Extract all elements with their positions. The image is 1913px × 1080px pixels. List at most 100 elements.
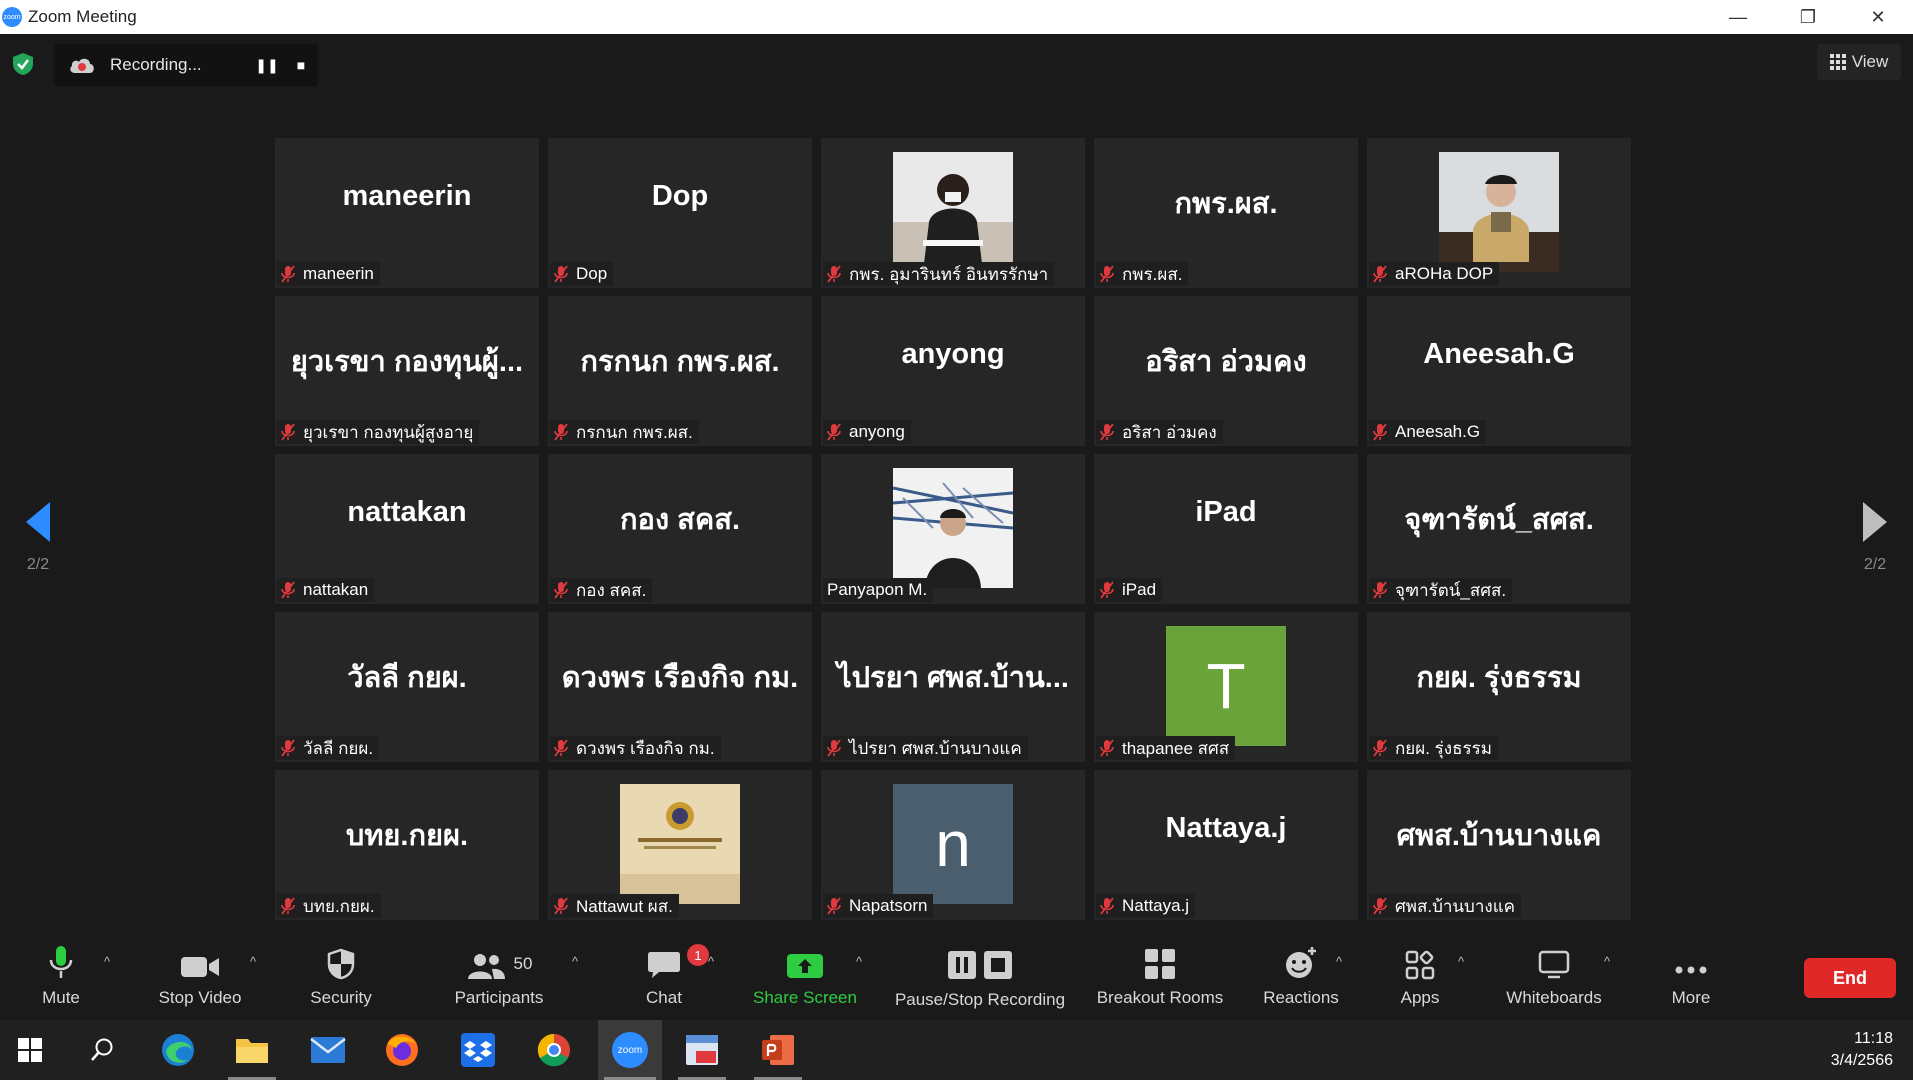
participant-label-text: Dop — [576, 264, 608, 283]
participant-name-label: กอง สคส. — [550, 578, 653, 602]
chat-button[interactable]: 1 Chat — [628, 932, 709, 1020]
participant-name-label: ศพส.บ้านบางแค — [1369, 894, 1522, 918]
muted-microphone-icon — [1373, 739, 1387, 757]
participant-tile[interactable]: maneerin maneerin — [275, 138, 539, 288]
start-button[interactable] — [0, 1020, 60, 1080]
participant-name-label: Dop — [550, 262, 614, 286]
taskbar-firefox[interactable] — [372, 1020, 432, 1080]
page-indicator-left: 2/2 — [26, 556, 50, 573]
participant-display-name: วัลลี กยผ. — [347, 662, 467, 694]
participant-tile[interactable]: n Napatsorn — [821, 770, 1085, 920]
recording-indicator: Recording... ❚❚ ■ — [54, 44, 318, 86]
share-screen-button[interactable]: Share Screen — [748, 932, 862, 1020]
participant-tile[interactable]: กพร. อุมารินทร์ อินทรรักษา — [821, 138, 1085, 288]
video-options-caret[interactable]: ^ — [250, 954, 256, 969]
participants-button[interactable]: 50 Participants — [448, 932, 550, 1020]
participant-tile[interactable]: ศพส.บ้านบางแค ศพส.บ้านบางแค — [1367, 770, 1631, 920]
participant-tile[interactable]: ดวงพร เรืองกิจ กม. ดวงพร เรืองกิจ กม. — [548, 612, 812, 762]
participant-tile[interactable]: aROHa DOP — [1367, 138, 1631, 288]
taskbar-dropbox[interactable] — [448, 1020, 508, 1080]
taskbar-zoom[interactable]: zoom — [598, 1020, 662, 1080]
stop-video-button[interactable]: Stop Video — [152, 932, 248, 1020]
participant-tile[interactable]: Aneesah.G Aneesah.G — [1367, 296, 1631, 446]
apps-options-caret[interactable]: ^ — [1458, 954, 1464, 969]
participant-tile[interactable]: Dop Dop — [548, 138, 812, 288]
system-clock[interactable]: 11:18 3/4/2566 — [1831, 1028, 1893, 1072]
participant-name-label: Nattawut ผส. — [550, 894, 679, 918]
participant-label-text: กยผ. รุ่งธรรม — [1395, 738, 1492, 758]
participant-display-name: Nattaya.j — [1165, 812, 1287, 844]
chat-bubble-icon — [648, 952, 680, 978]
pause-stop-recording-button[interactable]: Pause/Stop Recording — [886, 932, 1074, 1020]
participant-name-label: maneerin — [277, 262, 380, 286]
participant-tile[interactable]: บทย.กยผ. บทย.กยผ. — [275, 770, 539, 920]
clock-time: 11:18 — [1854, 1030, 1893, 1047]
taskbar-edge[interactable] — [148, 1020, 208, 1080]
encryption-shield-icon[interactable] — [12, 52, 34, 76]
breakout-rooms-button[interactable]: Breakout Rooms — [1090, 932, 1230, 1020]
zoom-app-icon: zoom — [612, 1032, 648, 1068]
reactions-options-caret[interactable]: ^ — [1336, 954, 1342, 969]
more-button[interactable]: More — [1660, 932, 1722, 1020]
participant-tile[interactable]: iPad iPad — [1094, 454, 1358, 604]
breakout-rooms-label: Breakout Rooms — [1096, 988, 1224, 1007]
taskbar-powerpoint[interactable] — [748, 1020, 808, 1080]
taskbar-file-explorer[interactable] — [222, 1020, 282, 1080]
participant-label-text: วัลลี กยผ. — [303, 738, 374, 758]
pause-recording-button[interactable]: ❚❚ — [250, 48, 284, 82]
end-meeting-button[interactable]: End — [1804, 958, 1896, 998]
search-button[interactable] — [72, 1020, 132, 1080]
participant-tile[interactable]: anyong anyong — [821, 296, 1085, 446]
muted-microphone-icon — [1373, 897, 1387, 915]
muted-microphone-icon — [1373, 265, 1387, 283]
whiteboards-label: Whiteboards — [1506, 988, 1602, 1007]
taskbar-mail[interactable] — [298, 1020, 358, 1080]
security-button[interactable]: Security — [306, 932, 376, 1020]
participants-options-caret[interactable]: ^ — [572, 954, 578, 969]
participant-label-text: aROHa DOP — [1395, 264, 1494, 283]
view-button[interactable]: View — [1817, 44, 1901, 80]
participant-tile[interactable]: จุฑารัตน์_สศส. จุฑารัตน์_สศส. — [1367, 454, 1631, 604]
share-options-caret[interactable]: ^ — [856, 954, 862, 969]
participant-tile[interactable]: กรกนก กพร.ผส. กรกนก กพร.ผส. — [548, 296, 812, 446]
participant-tile[interactable]: Panyapon M. — [821, 454, 1085, 604]
zoom-logo-icon: zoom — [2, 7, 22, 27]
participant-name-label: กพร.ผส. — [1096, 262, 1189, 286]
participant-tile[interactable]: กยผ. รุ่งธรรม กยผ. รุ่งธรรม — [1367, 612, 1631, 762]
arrow-left-icon — [26, 502, 50, 542]
participant-tile[interactable]: ยุวเรขา กองทุนผู้... ยุวเรขา กองทุนผู้สูง… — [275, 296, 539, 446]
close-button[interactable]: ✕ — [1843, 0, 1913, 34]
participant-tile[interactable]: ไปรยา ศพส.บ้าน... ไปรยา ศพส.บ้านบางแค — [821, 612, 1085, 762]
participant-tile[interactable]: กพร.ผส. กพร.ผส. — [1094, 138, 1358, 288]
participant-display-name: Aneesah.G — [1423, 338, 1575, 370]
whiteboards-options-caret[interactable]: ^ — [1604, 954, 1610, 969]
previous-page-nav[interactable]: 2/2 — [8, 500, 68, 590]
taskbar-chrome[interactable] — [524, 1020, 584, 1080]
audio-options-caret[interactable]: ^ — [104, 954, 110, 969]
participant-tile[interactable]: กอง สคส. กอง สคส. — [548, 454, 812, 604]
taskbar-pdf-viewer[interactable] — [672, 1020, 732, 1080]
security-shield-icon — [327, 948, 355, 980]
pdf-document-icon — [686, 1035, 718, 1065]
participant-tile[interactable]: Nattawut ผส. — [548, 770, 812, 920]
minimize-button[interactable]: — — [1703, 0, 1773, 34]
chat-options-caret[interactable]: ^ — [708, 954, 714, 969]
arrow-right-icon — [1863, 502, 1887, 542]
participant-tile[interactable]: Nattaya.j Nattaya.j — [1094, 770, 1358, 920]
next-page-nav[interactable]: 2/2 — [1845, 500, 1905, 590]
participant-label-text: ดวงพร เรืองกิจ กม. — [576, 738, 715, 758]
windows-taskbar: zoom 11:18 3/4/2566 — [0, 1020, 1913, 1080]
participant-tile[interactable]: วัลลี กยผ. วัลลี กยผ. — [275, 612, 539, 762]
participant-name-label: ไปรยา ศพส.บ้านบางแค — [823, 736, 1028, 760]
participant-tile[interactable]: nattakan nattakan — [275, 454, 539, 604]
participant-label-text: กรกนก กพร.ผส. — [576, 422, 693, 442]
window-title: Zoom Meeting — [28, 7, 137, 26]
mute-button[interactable]: Mute — [28, 932, 94, 1020]
restore-button[interactable]: ❐ — [1773, 0, 1843, 34]
participant-tile[interactable]: อริสา อ่วมคง อริสา อ่วมคง — [1094, 296, 1358, 446]
stop-recording-button[interactable]: ■ — [284, 48, 318, 82]
apps-button[interactable]: Apps — [1392, 932, 1448, 1020]
reactions-button[interactable]: Reactions — [1256, 932, 1346, 1020]
participant-tile[interactable]: Tthapanee สศส — [1094, 612, 1358, 762]
whiteboards-button[interactable]: Whiteboards — [1496, 932, 1612, 1020]
